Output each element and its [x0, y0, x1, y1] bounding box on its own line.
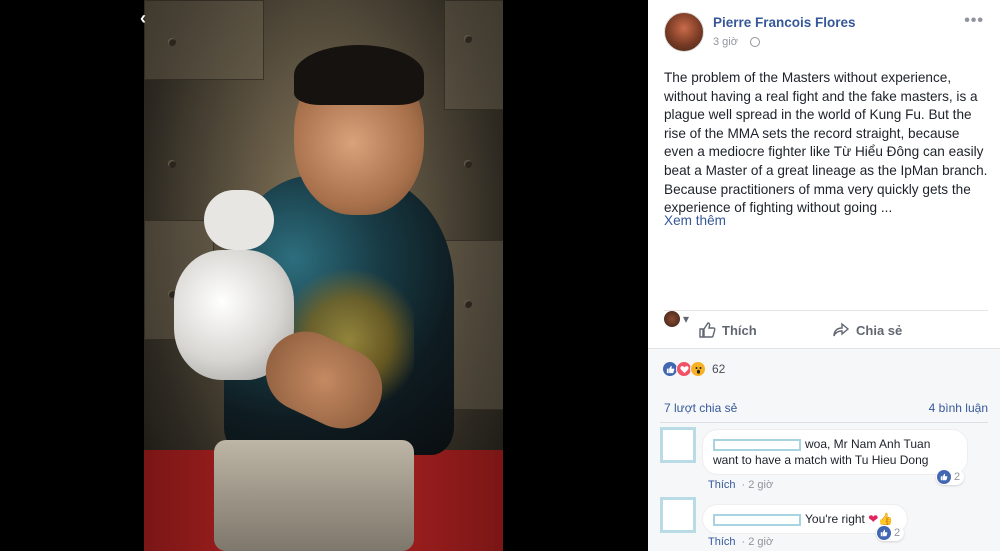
photo-viewer: ‹ Pierre Francois Flores 3 giờ ••• The p… [0, 0, 1000, 551]
heart-thumbs-emoji: ❤👍 [868, 512, 894, 526]
share-count-link[interactable]: 7 lượt chia sẻ [664, 401, 737, 415]
more-options-icon[interactable]: ••• [964, 12, 984, 30]
author-avatar[interactable] [664, 12, 704, 52]
comment-reaction-count: 2 [954, 471, 961, 483]
comment-meta: Thích · 2 giờ [708, 536, 774, 548]
author-name[interactable]: Pierre Francois Flores [713, 15, 856, 30]
back-arrow-icon[interactable]: ‹ [140, 8, 146, 29]
commenter-avatar[interactable] [660, 427, 696, 463]
post-panel: Pierre Francois Flores 3 giờ ••• The pro… [648, 0, 1000, 551]
like-reaction-icon [937, 470, 951, 484]
see-more-link[interactable]: Xem thêm [664, 213, 726, 228]
share-arrow-icon [833, 322, 850, 337]
comment-reactions[interactable]: 2 [936, 469, 965, 485]
comment-text: You're right [805, 512, 865, 526]
comment-like-link[interactable]: Thích [708, 536, 736, 548]
reactions-comments-section: 62 7 lượt chia sẻ 4 bình luận woa, Mr Na… [648, 348, 1000, 551]
wow-reaction-icon [690, 361, 706, 377]
post-timestamp[interactable]: 3 giờ [713, 36, 738, 48]
reaction-count: 62 [712, 362, 726, 376]
post-text: The problem of the Masters without exper… [664, 70, 988, 216]
comment-count-link[interactable]: 4 bình luận [929, 401, 988, 415]
divider [660, 422, 988, 423]
reaction-summary[interactable]: 62 [662, 361, 725, 377]
post-header: Pierre Francois Flores 3 giờ ••• [648, 0, 1000, 64]
like-label: Thích [722, 322, 757, 338]
redacted-name[interactable] [713, 438, 801, 451]
comment-reactions[interactable]: 2 [876, 525, 905, 541]
action-bar: Thích Chia sẻ ▾ [664, 310, 988, 348]
comment-bubble: woa, Mr Nam Anh Tuan want to have a matc… [702, 429, 968, 475]
thumbs-up-icon [699, 322, 716, 338]
post-photo[interactable] [144, 0, 503, 551]
commenter-avatar[interactable] [660, 497, 696, 533]
share-label: Chia sẻ [856, 322, 903, 338]
like-button[interactable]: Thích [698, 321, 757, 339]
user-avatar [664, 311, 680, 327]
like-reaction-icon [877, 526, 891, 540]
comment-time[interactable]: 2 giờ [748, 479, 773, 491]
comment-meta: Thích · 2 giờ [708, 479, 774, 491]
globe-icon [750, 37, 760, 47]
comment-like-link[interactable]: Thích [708, 479, 736, 491]
redacted-name[interactable] [713, 513, 801, 526]
comment-reaction-count: 2 [894, 527, 901, 539]
chevron-down-icon: ▾ [683, 312, 690, 326]
comment-time[interactable]: 2 giờ [748, 536, 773, 548]
share-button[interactable]: Chia sẻ [832, 321, 902, 339]
